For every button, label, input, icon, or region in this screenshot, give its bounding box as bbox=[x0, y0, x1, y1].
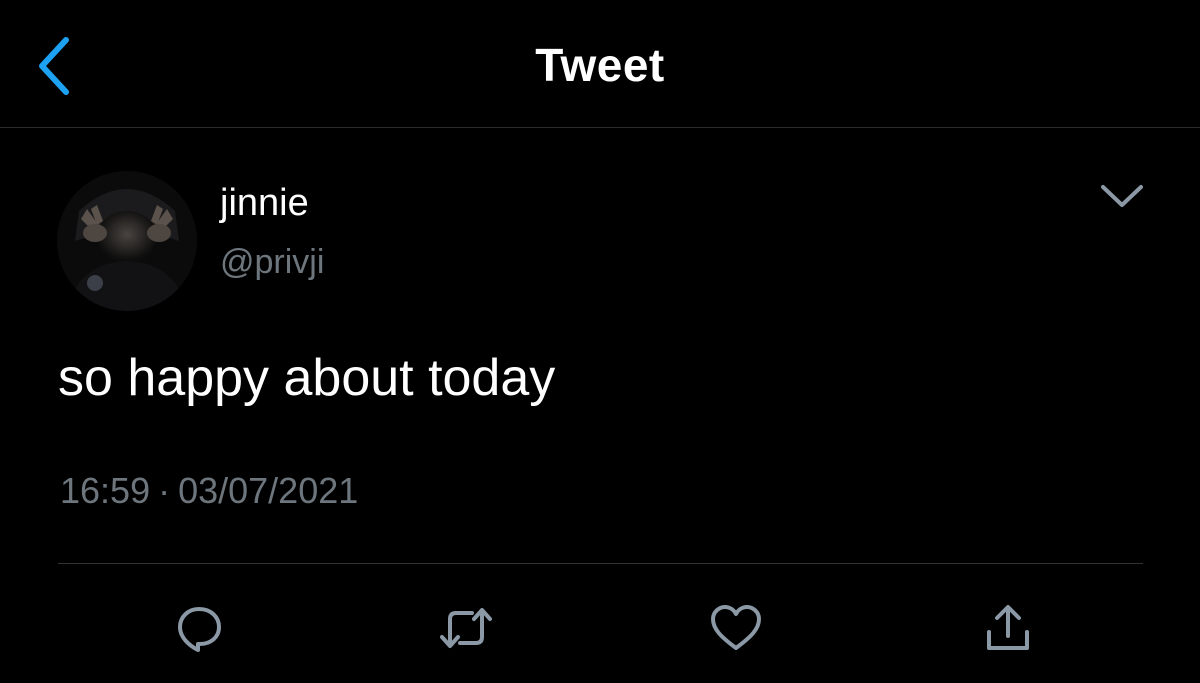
chevron-down-icon bbox=[1101, 185, 1143, 207]
nav-bar: Tweet bbox=[0, 0, 1200, 128]
author-display-name[interactable]: jinnie bbox=[220, 182, 309, 225]
share-icon bbox=[987, 605, 1029, 650]
tweet-time: 16:59 bbox=[60, 470, 151, 511]
heart-icon bbox=[711, 605, 761, 650]
tweet-timestamp[interactable]: 16:59 · 03/07/2021 bbox=[60, 470, 358, 512]
retweet-button[interactable] bbox=[436, 598, 496, 658]
divider bbox=[58, 563, 1143, 564]
page-title: Tweet bbox=[535, 39, 665, 91]
author-handle[interactable]: @privji bbox=[220, 243, 324, 282]
tweet-text: so happy about today bbox=[58, 349, 556, 407]
retweet-icon bbox=[440, 608, 492, 648]
tweet-date: 03/07/2021 bbox=[178, 470, 359, 511]
tweet-detail-screen: Tweet jinnie @privji so happy about toda… bbox=[0, 0, 1200, 683]
share-button[interactable] bbox=[978, 598, 1038, 658]
reply-button[interactable] bbox=[169, 598, 229, 658]
reply-bubble-icon bbox=[178, 607, 221, 652]
tweet-options-button[interactable] bbox=[1094, 172, 1150, 220]
avatar[interactable] bbox=[57, 171, 197, 311]
timestamp-separator: · bbox=[158, 470, 171, 511]
like-button[interactable] bbox=[706, 598, 766, 658]
